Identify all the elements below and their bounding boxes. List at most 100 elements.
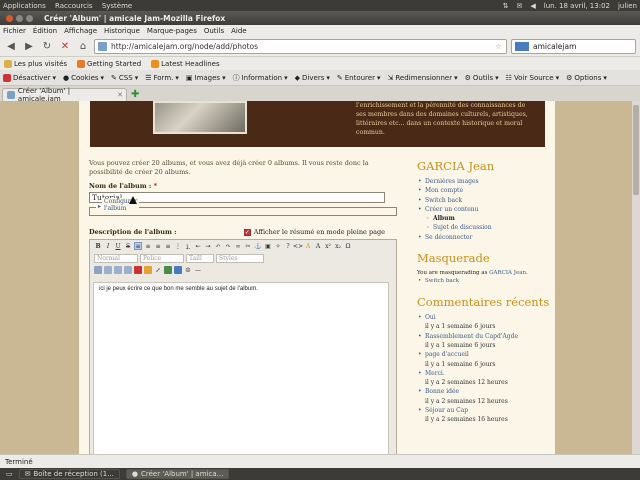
network-icon[interactable]: ⇅ — [503, 2, 509, 10]
scrollbar-thumb[interactable] — [633, 105, 639, 195]
align-right-icon[interactable]: ≡ — [154, 242, 162, 250]
webdev-forms[interactable]: ☰ Form. ▾ — [145, 74, 179, 82]
indent-icon[interactable]: ⇥ — [204, 242, 212, 250]
menu-fichier[interactable]: Fichier — [3, 27, 26, 35]
merge-icon[interactable] — [124, 266, 132, 274]
emoticon-icon[interactable]: ☺ — [184, 266, 192, 274]
help-icon[interactable]: ? — [284, 242, 292, 250]
align-left-icon[interactable]: ≡ — [134, 242, 142, 250]
configure-album-legend[interactable]: ▸ Configurer l'album — [96, 198, 140, 212]
menu-historique[interactable]: Historique — [104, 27, 140, 35]
link-create-content[interactable]: Créer un contenu Album Sujet de discussi… — [418, 205, 552, 233]
search-replace-icon[interactable] — [174, 266, 182, 274]
link-logout[interactable]: Se déconnecter — [418, 233, 552, 243]
redo-icon[interactable]: ↷ — [224, 242, 232, 250]
search-bar[interactable]: amicalejam — [511, 38, 636, 54]
forward-icon[interactable]: ▶ — [22, 39, 36, 53]
bookmark-getting-started[interactable]: Getting Started — [77, 59, 141, 68]
menu-applications[interactable]: Applications — [3, 2, 46, 10]
webdev-information[interactable]: ⓘ Information ▾ — [233, 73, 288, 83]
text-color-icon[interactable]: A — [304, 242, 312, 250]
menu-edition[interactable]: Édition — [33, 27, 57, 35]
anchor-icon[interactable]: ⚓ — [254, 242, 262, 250]
webdev-cookies[interactable]: ● Cookies ▾ — [63, 74, 104, 82]
font-select[interactable]: Police — [140, 253, 184, 263]
webdev-disable[interactable]: Désactiver ▾ — [3, 73, 56, 82]
menu-affichage[interactable]: Affichage — [64, 27, 97, 35]
align-center-icon[interactable]: ≡ — [144, 242, 152, 250]
comment-item[interactable]: Ouiil y a 1 semaine 6 jours — [418, 313, 552, 332]
stop-icon[interactable]: ✕ — [58, 39, 72, 53]
reload-icon[interactable]: ↻ — [40, 39, 54, 53]
comment-item[interactable]: page d'accueilil y a 1 semaine 6 jours — [418, 350, 552, 369]
format-select[interactable]: Normal — [94, 253, 138, 263]
link-latest-images[interactable]: Dernières images — [418, 177, 552, 187]
minimize-window-icon[interactable] — [16, 14, 23, 22]
menu-systeme[interactable]: Système — [102, 2, 132, 10]
comment-item[interactable]: Rassemblement du Capd'Agdeil y a 1 semai… — [418, 332, 552, 351]
link-album[interactable]: Album — [426, 214, 552, 224]
hr-icon[interactable]: — — [194, 266, 202, 274]
webdev-misc[interactable]: ◆ Divers ▾ — [295, 74, 330, 82]
bg-color-icon[interactable]: A — [314, 242, 322, 250]
image-insert-icon[interactable]: ▣ — [264, 242, 272, 250]
configure-album-fieldset[interactable]: ▸ Configurer l'album — [89, 198, 397, 216]
maximize-window-icon[interactable] — [26, 14, 33, 22]
task-mail[interactable]: ✉ Boîte de réception (1... — [18, 469, 120, 479]
bookmark-star-icon[interactable]: ☆ — [495, 42, 502, 51]
table-icon[interactable] — [94, 266, 102, 274]
mail-icon[interactable]: ✉ — [516, 2, 522, 10]
menu-raccourcis[interactable]: Raccourcis — [55, 2, 93, 10]
webdev-view-source[interactable]: ☷ Voir Source ▾ — [506, 74, 559, 82]
media-icon[interactable] — [164, 266, 172, 274]
row-icon[interactable] — [104, 266, 112, 274]
close-tab-icon[interactable]: ✕ — [117, 91, 123, 99]
menu-aide[interactable]: Aide — [231, 27, 246, 35]
webdev-resize[interactable]: ⇲ Redimensionner ▾ — [387, 74, 457, 82]
task-firefox[interactable]: ● Créer 'Album' | amica... — [125, 469, 230, 479]
size-select[interactable]: Taill — [186, 253, 214, 263]
column-icon[interactable] — [114, 266, 122, 274]
webdev-images[interactable]: ▣ Images ▾ — [186, 74, 226, 82]
comment-item[interactable]: Séjour au Capil y a 2 semaines 16 heures — [418, 406, 552, 425]
cleanup-icon[interactable]: ✧ — [274, 242, 282, 250]
search-engine-icon[interactable] — [515, 41, 529, 51]
styles-select[interactable]: Styles — [216, 253, 264, 263]
webdev-outline[interactable]: ✎ Entourer ▾ — [337, 74, 381, 82]
menu-outils[interactable]: Outils — [204, 27, 224, 35]
numbered-list-icon[interactable]: ⒈ — [184, 242, 192, 251]
back-icon[interactable]: ◀ — [4, 39, 18, 53]
italic-icon[interactable]: I — [104, 242, 112, 250]
editor-content-area[interactable]: ici je peux écrire ce que bon me semble … — [93, 282, 389, 454]
unlink-icon[interactable]: ✂ — [244, 242, 252, 250]
volume-icon[interactable]: ◀ — [530, 2, 535, 10]
url-bar[interactable]: http://amicalejam.org/node/add/photos ☆ — [94, 38, 507, 54]
comment-item[interactable]: Bonne idéeil y a 2 semaines 12 heures — [418, 387, 552, 406]
strike-icon[interactable]: S — [124, 242, 132, 250]
justify-icon[interactable]: ≡ — [164, 242, 172, 250]
link-discussion[interactable]: Sujet de discussion — [426, 223, 552, 233]
masquerade-user-link[interactable]: GARCIA Jean — [489, 270, 526, 276]
superscript-icon[interactable]: x² — [324, 242, 332, 250]
preview-icon[interactable] — [144, 266, 152, 274]
webdev-tools[interactable]: ⚙ Outils ▾ — [465, 74, 499, 82]
bookmark-most-visited[interactable]: Les plus visités — [4, 59, 67, 68]
tab-creer-album[interactable]: Créer 'Album' | amicale.jam ✕ — [2, 87, 127, 103]
source-code-icon[interactable]: <> — [293, 242, 303, 250]
spellcheck-icon[interactable] — [134, 266, 142, 274]
link-switch-back[interactable]: Switch back — [418, 196, 552, 206]
show-desktop-icon[interactable]: ▭ — [6, 470, 13, 478]
summary-checkbox-row[interactable]: ✓ Afficher le résumé en mode pleine page — [243, 228, 385, 236]
outdent-icon[interactable]: ⇤ — [194, 242, 202, 250]
underline-icon[interactable]: U — [114, 242, 122, 250]
summary-checkbox[interactable]: ✓ — [243, 228, 251, 236]
comment-item[interactable]: Merci.il y a 2 semaines 12 heures — [418, 369, 552, 388]
charmap-icon[interactable]: Ω — [344, 242, 352, 250]
undo-icon[interactable]: ↶ — [214, 242, 222, 250]
webdev-options[interactable]: ⚙ Options ▾ — [566, 74, 607, 82]
fullscreen-icon[interactable]: ⤢ — [154, 266, 162, 274]
webdev-css[interactable]: ✎ CSS ▾ — [111, 74, 138, 82]
close-window-icon[interactable] — [6, 14, 13, 22]
new-tab-icon[interactable]: ✚ — [131, 89, 139, 100]
menu-marque-pages[interactable]: Marque-pages — [147, 27, 197, 35]
